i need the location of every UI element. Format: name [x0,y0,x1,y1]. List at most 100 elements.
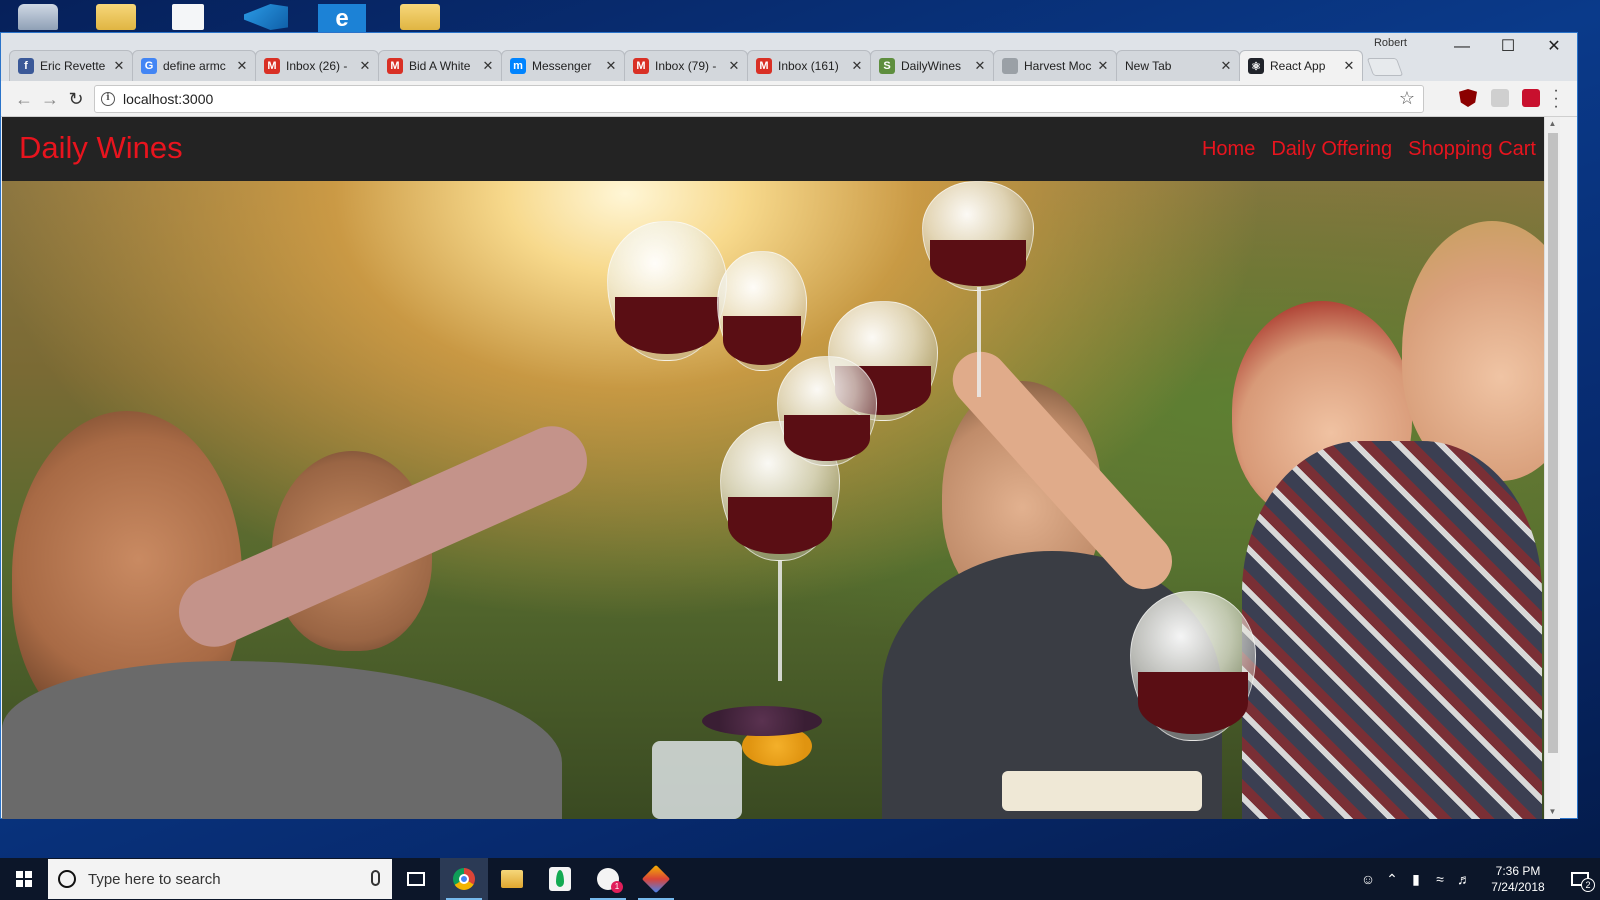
taskbar-search[interactable]: Type here to search [48,859,392,899]
search-placeholder[interactable]: Type here to search [88,871,221,888]
clock-date: 7/24/2018 [1491,880,1545,894]
action-center-button[interactable]: 2 [1560,858,1600,900]
mongodb-icon [549,867,571,891]
close-tab-icon[interactable]: ✕ [727,58,741,74]
chrome-icon [453,868,475,890]
ublock-extension-icon[interactable] [1459,89,1477,107]
nav-home-link[interactable]: Home [1202,138,1255,161]
taskbar-file-explorer[interactable] [488,858,536,900]
title-bar[interactable]: Robert — ☐ ✕ f Eric Revette ✕ Gdefine armc ✕… [1,33,1577,81]
tab-title: React App [1270,59,1326,73]
reload-icon[interactable]: ↻ [63,86,89,112]
hero-image [2,181,1560,819]
browser-tab[interactable]: M Bid A White ✕ [378,50,502,81]
battery-icon[interactable]: ▮ [1404,858,1428,900]
person-figure [1242,441,1542,819]
glass-stem [778,561,782,681]
close-tab-icon[interactable]: ✕ [973,58,987,74]
recycle-bin-icon[interactable] [18,4,58,30]
close-tab-icon[interactable]: ✕ [1096,58,1110,74]
browser-tab[interactable]: New Tab ✕ [1116,50,1240,81]
taskbar-chrome[interactable] [440,858,488,900]
gmail-icon: M [633,58,649,74]
site-nav-links: Home Daily Offering Shopping Cart [1202,138,1536,161]
vscode-icon[interactable] [244,4,288,30]
microphone-icon[interactable] [371,870,380,886]
volume-icon[interactable]: ♬ [1452,858,1476,900]
scroll-up-icon[interactable]: ▲ [1545,117,1560,131]
browser-tab[interactable]: f Eric Revette ✕ [9,50,133,81]
browser-tab[interactable]: M Inbox (79) - ✕ [624,50,748,81]
info-icon[interactable]: i [101,92,115,106]
extension-icon[interactable] [1522,89,1540,107]
taskbar-gitkraken[interactable] [632,858,680,900]
close-tab-icon[interactable]: ✕ [481,58,495,74]
system-tray: ☺ ⌃ ▮ ≈ ♬ 7:36 PM 7/24/2018 2 [1356,858,1600,900]
tab-title: Bid A White [409,59,471,73]
page-scrollbar[interactable]: ▲ ▼ [1544,117,1560,819]
folder-icon[interactable] [400,4,440,30]
site-brand[interactable]: Daily Wines [19,130,183,166]
profile-name[interactable]: Robert [1374,37,1407,49]
close-tab-icon[interactable]: ✕ [850,58,864,74]
browser-tab[interactable]: M Inbox (26) - ✕ [255,50,379,81]
notification-count: 2 [1581,878,1595,892]
nav-daily-offering-link[interactable]: Daily Offering [1271,138,1392,161]
gitkraken-icon [641,864,671,894]
task-view-button[interactable] [392,858,440,900]
browser-tab[interactable]: Harvest Moc ✕ [993,50,1117,81]
food-plate [1002,771,1202,811]
taskbar-mongodb-compass[interactable] [536,858,584,900]
close-tab-icon[interactable]: ✕ [235,58,249,74]
desktop-icons: e [0,0,1600,32]
internet-explorer-icon[interactable]: e [318,4,366,32]
tab-title: Eric Revette [40,59,106,73]
close-tab-icon[interactable]: ✕ [1219,58,1233,74]
taskbar-clock[interactable]: 7:36 PM 7/24/2018 [1476,863,1560,895]
wine-glass [607,221,727,361]
close-tab-icon[interactable]: ✕ [1342,58,1356,74]
taskbar-slack[interactable]: 1 [584,858,632,900]
browser-tab[interactable]: M Inbox (161) ✕ [747,50,871,81]
address-text[interactable]: localhost:3000 [123,91,213,107]
close-tab-icon[interactable]: ✕ [358,58,372,74]
page-viewport: Daily Wines Home Daily Offering Shopping… [2,117,1560,819]
start-button[interactable] [0,858,48,900]
people-icon[interactable]: ☺ [1356,858,1380,900]
browser-tab[interactable]: Gdefine armc ✕ [132,50,256,81]
task-view-icon [407,872,425,886]
document-icon[interactable] [172,4,204,30]
network-icon[interactable]: ≈ [1428,858,1452,900]
scroll-thumb[interactable] [1548,133,1558,753]
close-tab-icon[interactable]: ✕ [604,58,618,74]
extension-icon[interactable] [1491,89,1509,107]
slack-icon: 1 [597,868,623,893]
new-tab-button[interactable] [1366,58,1404,76]
forward-icon[interactable]: → [37,86,63,112]
folder-icon[interactable] [96,4,136,30]
browser-tab[interactable]: m Messenger ✕ [501,50,625,81]
wine-glass [922,181,1034,291]
shopify-icon: S [879,58,895,74]
browser-toolbar: ← → ↻ i localhost:3000 ☆ · · · [1,81,1577,117]
water-jar [652,741,742,819]
close-window-button[interactable]: ✕ [1531,33,1577,61]
messenger-icon: m [510,58,526,74]
close-tab-icon[interactable]: ✕ [112,58,126,74]
minimize-button[interactable]: — [1439,33,1485,61]
chrome-menu-icon[interactable]: · · · [1553,83,1559,115]
nav-shopping-cart-link[interactable]: Shopping Cart [1408,138,1536,161]
address-bar[interactable]: i localhost:3000 ☆ [94,85,1424,113]
back-icon[interactable]: ← [11,86,37,112]
maximize-button[interactable]: ☐ [1485,33,1531,61]
facebook-icon: f [18,58,34,74]
wine-glass [777,356,877,466]
tab-title: Messenger [532,59,592,73]
scroll-down-icon[interactable]: ▼ [1545,805,1560,819]
google-icon: G [141,58,157,74]
bookmark-star-icon[interactable]: ☆ [1399,88,1415,109]
browser-tab[interactable]: ⚛ React App ✕ [1239,50,1363,81]
show-hidden-icons-chevron-icon[interactable]: ⌃ [1380,858,1404,900]
tab-title: DailyWines [901,59,962,73]
browser-tab[interactable]: S DailyWines ✕ [870,50,994,81]
